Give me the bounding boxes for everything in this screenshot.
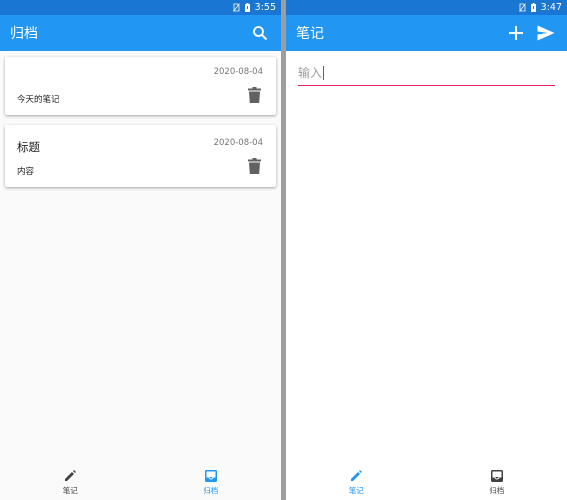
nav-label: 笔记: [348, 485, 364, 495]
nav-item-archive[interactable]: 归档: [427, 464, 567, 500]
status-bar: 3:55: [0, 0, 281, 15]
note-content: 内容: [17, 167, 35, 177]
search-button[interactable]: [249, 22, 271, 44]
text-caret: [323, 66, 324, 80]
add-button[interactable]: [505, 22, 527, 44]
note-content: 今天的笔记: [17, 95, 60, 105]
bottom-navigation: 笔记 归档: [0, 464, 281, 500]
note-card[interactable]: 2020-08-04 今天的笔记: [5, 57, 276, 115]
send-button[interactable]: [535, 22, 557, 44]
page-title: 笔记: [296, 26, 324, 42]
battery-icon: [244, 3, 250, 12]
pencil-icon: [351, 469, 363, 481]
no-sim-icon: [232, 3, 240, 12]
delete-icon[interactable]: [248, 87, 261, 103]
pencil-icon: [65, 469, 77, 481]
note-title: 标题: [17, 140, 40, 154]
search-icon: [253, 26, 268, 41]
app-bar: 笔记: [286, 15, 567, 51]
inbox-icon: [204, 469, 217, 482]
page-title: 归档: [10, 26, 38, 42]
status-time: 3:47: [540, 2, 562, 13]
nav-item-notes[interactable]: 笔记: [286, 464, 427, 500]
nav-item-notes[interactable]: 笔记: [0, 464, 141, 500]
bottom-navigation: 笔记 归档: [286, 464, 567, 500]
app-bar: 归档: [0, 15, 281, 51]
note-date: 2020-08-04: [213, 67, 263, 77]
inbox-icon: [490, 469, 503, 482]
note-input[interactable]: [298, 62, 555, 84]
status-time: 3:55: [254, 2, 276, 13]
note-date: 2020-08-04: [213, 138, 263, 148]
nav-label: 笔记: [62, 485, 78, 495]
send-icon: [537, 25, 555, 41]
nav-label: 归档: [489, 485, 505, 495]
plus-icon: [509, 26, 523, 40]
note-input-field[interactable]: [298, 62, 555, 86]
archive-screen: 3:55 归档 2020-08-04 今天的笔记 标题 2020-08-04 内…: [0, 0, 281, 500]
delete-icon[interactable]: [248, 158, 261, 174]
nav-item-archive[interactable]: 归档: [141, 464, 282, 500]
note-editor-screen: 3:47 笔记 笔记 归档: [286, 0, 567, 500]
nav-label: 归档: [203, 485, 219, 495]
status-bar: 3:47: [286, 0, 567, 15]
no-sim-icon: [518, 3, 526, 12]
battery-icon: [530, 3, 536, 12]
note-card[interactable]: 标题 2020-08-04 内容: [5, 125, 276, 187]
